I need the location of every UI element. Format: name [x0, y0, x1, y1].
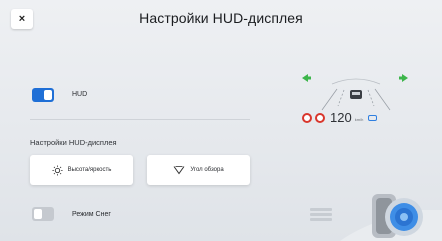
car-interior-graphic	[310, 194, 442, 241]
speed-unit: km/h	[354, 117, 364, 122]
right-arrow-icon	[399, 74, 408, 82]
headlight-icon	[368, 114, 378, 121]
dial-knob-icon	[385, 198, 423, 236]
snow-mode-toggle[interactable]	[32, 207, 54, 221]
air-vent-icon	[310, 208, 332, 221]
page-title: Настройки HUD-дисплея	[139, 10, 303, 26]
divider	[30, 119, 250, 120]
hud-label: HUD	[72, 91, 88, 98]
hud-speed-display: 120 km/h	[302, 110, 378, 125]
sun-icon	[52, 164, 63, 176]
speed-limit-sign-icon	[315, 112, 325, 123]
toggle-knob	[34, 209, 42, 219]
brightness-button[interactable]: Высота/яркость	[30, 155, 133, 185]
viewing-angle-icon	[173, 165, 185, 175]
snow-mode-label: Режим Снег	[72, 211, 111, 218]
warning-sign-icon	[302, 112, 312, 123]
viewing-angle-button[interactable]: Угол обзора	[147, 155, 250, 185]
left-arrow-icon	[302, 74, 311, 82]
hud-toggle[interactable]	[32, 88, 54, 102]
viewing-angle-label: Угол обзора	[190, 167, 224, 173]
section-label: Настройки HUD-дисплея	[30, 138, 117, 147]
toggle-knob	[44, 90, 52, 100]
brightness-label: Высота/яркость	[67, 167, 112, 173]
speed-value: 120	[330, 110, 352, 125]
car-ahead-icon	[350, 90, 362, 99]
hud-settings-screen: × Настройки HUD-дисплея HUD Настройки HU…	[0, 0, 442, 241]
